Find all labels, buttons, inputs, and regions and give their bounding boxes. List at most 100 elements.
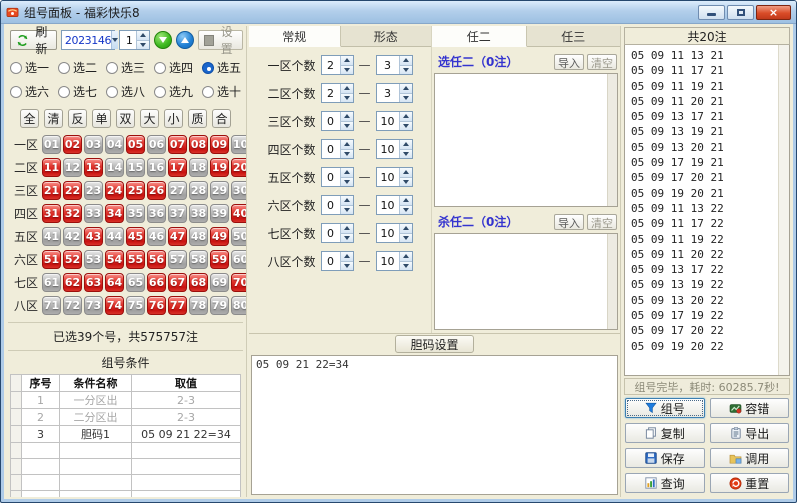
- spin-up-icon[interactable]: [341, 56, 353, 66]
- play-option-选三[interactable]: 选三: [106, 59, 145, 76]
- clear-button[interactable]: 清空: [587, 54, 617, 70]
- number-ball-42[interactable]: 42: [63, 227, 82, 246]
- spin-up-icon[interactable]: [341, 140, 353, 150]
- max-count-stepper[interactable]: 3: [376, 55, 413, 75]
- number-ball-38[interactable]: 38: [189, 204, 208, 223]
- number-ball-01[interactable]: 01: [42, 135, 61, 154]
- spin-down-icon[interactable]: [341, 206, 353, 215]
- number-ball-17[interactable]: 17: [168, 158, 187, 177]
- number-ball-33[interactable]: 33: [84, 204, 103, 223]
- number-ball-25[interactable]: 25: [126, 181, 145, 200]
- number-ball-20[interactable]: 20: [231, 158, 247, 177]
- ren-tab-任二[interactable]: 任二: [432, 26, 527, 47]
- number-ball-40[interactable]: 40: [231, 204, 247, 223]
- import-button[interactable]: 导入: [554, 214, 584, 230]
- number-ball-55[interactable]: 55: [126, 250, 145, 269]
- number-ball-26[interactable]: 26: [147, 181, 166, 200]
- number-ball-56[interactable]: 56: [147, 250, 166, 269]
- row-selector[interactable]: [11, 392, 22, 409]
- play-option-选一[interactable]: 选一: [10, 59, 49, 76]
- spin-up-icon[interactable]: [400, 196, 412, 206]
- chevron-down-icon[interactable]: [111, 31, 118, 49]
- spin-up-icon[interactable]: [341, 84, 353, 94]
- filter-button-清[interactable]: 清: [44, 109, 63, 128]
- min-count-stepper[interactable]: 0: [321, 251, 354, 271]
- 复制-button[interactable]: 复制: [625, 423, 705, 443]
- dan-textarea[interactable]: 05 09 21 22=34: [251, 355, 618, 495]
- spin-up-icon[interactable]: [341, 112, 353, 122]
- spin-down-icon[interactable]: [400, 234, 412, 243]
- spin-up-icon[interactable]: [341, 224, 353, 234]
- number-ball-66[interactable]: 66: [147, 273, 166, 292]
- spin-down-icon[interactable]: [341, 262, 353, 271]
- number-ball-48[interactable]: 48: [189, 227, 208, 246]
- number-ball-78[interactable]: 78: [189, 296, 208, 315]
- ren-textarea[interactable]: [434, 73, 618, 207]
- number-ball-31[interactable]: 31: [42, 204, 61, 223]
- spin-up-icon[interactable]: [400, 224, 412, 234]
- number-ball-50[interactable]: 50: [231, 227, 247, 246]
- 容错-button[interactable]: 容错: [710, 398, 790, 418]
- 查询-button[interactable]: 查询: [625, 473, 705, 493]
- number-ball-14[interactable]: 14: [105, 158, 124, 177]
- number-ball-16[interactable]: 16: [147, 158, 166, 177]
- filter-button-反[interactable]: 反: [68, 109, 87, 128]
- spin-up-icon[interactable]: [341, 252, 353, 262]
- max-count-stepper[interactable]: 10: [376, 195, 413, 215]
- max-count-stepper[interactable]: 10: [376, 251, 413, 271]
- number-ball-22[interactable]: 22: [63, 181, 82, 200]
- number-ball-62[interactable]: 62: [63, 273, 82, 292]
- 重置-button[interactable]: 重置: [710, 473, 790, 493]
- spin-down-icon[interactable]: [400, 262, 412, 271]
- maximize-button[interactable]: [727, 5, 754, 20]
- number-ball-04[interactable]: 04: [105, 135, 124, 154]
- number-ball-45[interactable]: 45: [126, 227, 145, 246]
- number-ball-28[interactable]: 28: [189, 181, 208, 200]
- number-ball-71[interactable]: 71: [42, 296, 61, 315]
- min-count-stepper[interactable]: 2: [321, 55, 354, 75]
- spin-down-icon[interactable]: [400, 66, 412, 75]
- 组号-button[interactable]: 组号: [625, 398, 705, 418]
- number-ball-19[interactable]: 19: [210, 158, 229, 177]
- spin-up-icon[interactable]: [400, 168, 412, 178]
- filter-button-全[interactable]: 全: [20, 109, 39, 128]
- number-ball-03[interactable]: 03: [84, 135, 103, 154]
- number-ball-51[interactable]: 51: [42, 250, 61, 269]
- play-option-选四[interactable]: 选四: [154, 59, 193, 76]
- number-ball-13[interactable]: 13: [84, 158, 103, 177]
- number-ball-64[interactable]: 64: [105, 273, 124, 292]
- zone-count-tab-形态[interactable]: 形态: [341, 26, 432, 46]
- number-ball-79[interactable]: 79: [210, 296, 229, 315]
- spin-up-icon[interactable]: [400, 140, 412, 150]
- spin-down-icon[interactable]: [341, 178, 353, 187]
- max-count-stepper[interactable]: 10: [376, 167, 413, 187]
- 调用-button[interactable]: 调用: [710, 448, 790, 468]
- number-ball-53[interactable]: 53: [84, 250, 103, 269]
- number-ball-63[interactable]: 63: [84, 273, 103, 292]
- ren-tab-任三[interactable]: 任三: [527, 26, 621, 46]
- clear-button[interactable]: 清空: [587, 214, 617, 230]
- spin-up-icon[interactable]: [341, 196, 353, 206]
- max-count-stepper[interactable]: 10: [376, 111, 413, 131]
- play-option-选六[interactable]: 选六: [10, 83, 49, 100]
- number-ball-60[interactable]: 60: [231, 250, 247, 269]
- spin-down-icon[interactable]: [400, 122, 412, 131]
- spin-down-icon[interactable]: [341, 234, 353, 243]
- play-option-选十[interactable]: 选十: [202, 83, 241, 100]
- number-ball-77[interactable]: 77: [168, 296, 187, 315]
- condition-row[interactable]: 2二分区出2-3: [11, 409, 241, 426]
- number-ball-18[interactable]: 18: [189, 158, 208, 177]
- number-ball-23[interactable]: 23: [84, 181, 103, 200]
- number-ball-43[interactable]: 43: [84, 227, 103, 246]
- row-selector[interactable]: [11, 409, 22, 426]
- spin-down-icon[interactable]: [400, 150, 412, 159]
- issue-select[interactable]: 2023146: [61, 30, 115, 50]
- number-ball-11[interactable]: 11: [42, 158, 61, 177]
- number-ball-29[interactable]: 29: [210, 181, 229, 200]
- 导出-button[interactable]: 导出: [710, 423, 790, 443]
- spin-down-icon[interactable]: [341, 94, 353, 103]
- settings-button[interactable]: 设置: [198, 30, 243, 50]
- number-ball-65[interactable]: 65: [126, 273, 145, 292]
- number-ball-74[interactable]: 74: [105, 296, 124, 315]
- spin-up-icon[interactable]: [400, 252, 412, 262]
